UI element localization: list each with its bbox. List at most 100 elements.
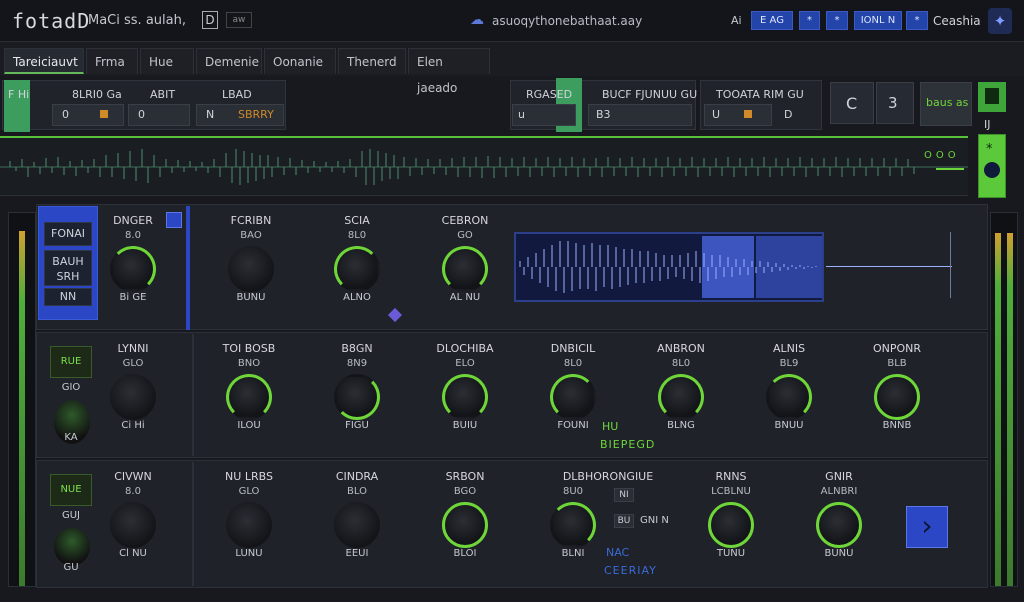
s3-knob-2[interactable] [226, 502, 272, 548]
s3-knob-2-foot: LUNU [235, 548, 263, 559]
s3-knob-2-value: GLO [238, 486, 260, 497]
side-green-knob[interactable] [984, 162, 1000, 178]
s3-knob-3-value: BLO [347, 486, 367, 497]
s3-knob-3[interactable] [334, 502, 380, 548]
s2-knob-3[interactable] [334, 374, 380, 420]
s3-knob-5-title: DLBHORONGIUE [562, 470, 654, 483]
s2-knob-1-foot: Ci Hi [121, 420, 145, 431]
knob-dnger-foot: Bi GE [119, 292, 147, 303]
sample-waveform[interactable] [514, 232, 824, 302]
user-label[interactable]: Ceashia [933, 14, 981, 28]
overview-dots[interactable]: OOO [924, 150, 960, 161]
s3-mini-btn-1[interactable]: NI [614, 488, 634, 502]
s2-knob-1-value: GLO [122, 358, 144, 369]
puzzle-icon[interactable]: ✦ [988, 8, 1012, 34]
s3-knob-7-foot: BUNU [824, 548, 854, 559]
tab-6[interactable]: Thenerd [338, 48, 406, 74]
channel-3-title: LBAD [222, 88, 252, 101]
s2-knob-7-foot: BNUU [774, 420, 804, 431]
s3-knob-5-foot: BLNI [561, 548, 585, 559]
s2-knob-4-title: DLOCHIBA [436, 342, 494, 355]
toolbar-star-button-2[interactable]: * [826, 11, 848, 30]
section-2-divider [192, 334, 194, 456]
section-2-led[interactable]: RUE [50, 346, 92, 378]
ai-label: Ai [731, 14, 742, 27]
s3-knob-5-value: 8U0 [562, 486, 584, 497]
toolbar-button-ionl[interactable]: IONL N [854, 11, 902, 30]
s2-knob-8[interactable] [874, 374, 920, 420]
s2-knob-6-title: ANBRON [657, 342, 705, 355]
right-2-title: TOOATA RIM GU [716, 88, 804, 101]
s2-knob-5[interactable] [550, 374, 596, 420]
right-2-value-2: D [784, 108, 793, 121]
s3-knob-6[interactable] [708, 502, 754, 548]
s3-knob-3-title: CINDRA [335, 470, 379, 483]
s3-knob-4-title: SRBON [445, 470, 485, 483]
s3-mini-text: GNI N [640, 515, 669, 526]
s3-knob-7[interactable] [816, 502, 862, 548]
s2-knob-2[interactable] [226, 374, 272, 420]
tab-5[interactable]: Oonanie [264, 48, 336, 74]
s2-knob-6[interactable] [658, 374, 704, 420]
tab-4[interactable]: Demenie [196, 48, 262, 74]
s3-knob-3-foot: EEUI [345, 548, 369, 559]
s3-knob-4[interactable] [442, 502, 488, 548]
overview-waveform[interactable] [0, 136, 968, 196]
s3-blue-label: CEERIAY [604, 564, 657, 577]
mode-chip[interactable]: D [202, 11, 218, 29]
tab-7[interactable]: Elen jaeado [408, 48, 490, 95]
s2-knob-3-foot: FIGU [345, 420, 369, 431]
s2-knob-3-title: B8GN [341, 342, 373, 355]
s2-knob-4[interactable] [442, 374, 488, 420]
knob-cebron[interactable] [442, 246, 488, 292]
tab-2[interactable]: Frma [86, 48, 138, 74]
main-menu[interactable]: MaCi ss. aulah, [88, 13, 186, 28]
preset-screen-mid: BAUH SRH [44, 250, 92, 286]
knob-dnger[interactable] [110, 246, 156, 292]
s3-knob-6-value: LCBLNU [711, 486, 751, 497]
knob-scia[interactable] [334, 246, 380, 292]
tab-3[interactable]: Hue [140, 48, 194, 74]
s2-knob-4-foot: BUIU [452, 420, 478, 431]
tab-1[interactable]: Tareiciauvt [4, 48, 84, 74]
s3-knob-4-value: BGO [453, 486, 477, 497]
channel-1-dot [100, 110, 108, 118]
right-2-dot [744, 110, 752, 118]
button-3-label: 3 [888, 94, 898, 112]
s3-knob-5[interactable] [550, 502, 596, 548]
s2-knob-7[interactable] [766, 374, 812, 420]
mode-button-label: baus as [926, 96, 969, 109]
s2-knob-1-title: LYNNI [117, 342, 149, 355]
s3-blue-small: NAC [606, 546, 630, 559]
waveform-end-marker[interactable] [950, 232, 951, 298]
knob-cebron-title: CEBRON [441, 214, 489, 227]
s2-knob-1[interactable] [110, 374, 156, 420]
preset-screen-bot: NN [44, 288, 92, 306]
format-chip[interactable]: aw [226, 12, 252, 28]
section-2 [36, 332, 988, 458]
s2-knob-8-value: BLB [887, 358, 907, 369]
s2-knob-2-title: TOI BOSB [222, 342, 276, 355]
s3-knob-1-title: CIVWN [114, 470, 152, 483]
chevron-right-icon[interactable]: › [906, 506, 948, 548]
section-3-led[interactable]: NUE [50, 474, 92, 506]
knob-fcribn[interactable] [228, 246, 274, 292]
s3-knob-1-value: 8.0 [125, 486, 141, 497]
channel-2-value: 0 [138, 108, 145, 121]
toolbar-star-button-3[interactable]: * [906, 11, 928, 30]
knob-fcribn-title: FCRIBN [230, 214, 272, 227]
project-url: asuoqythonebathaat.aay [492, 14, 643, 28]
cloud-sync-icon[interactable]: ☁ [470, 12, 484, 28]
section-1-divider [186, 206, 190, 330]
section-2-side-label: GIO [61, 382, 81, 393]
s2-knob-5-title: DNBICIL [550, 342, 596, 355]
section-3-mini-knob[interactable] [54, 528, 90, 566]
s3-mini-btn-2[interactable]: BU [614, 514, 634, 528]
knob-scia-value: 8L0 [347, 230, 367, 241]
toolbar-star-button-1[interactable]: * [799, 11, 820, 30]
s3-knob-1-foot: Cl NU [119, 548, 147, 559]
s3-knob-6-title: RNNS [715, 470, 747, 483]
s3-knob-1[interactable] [110, 502, 156, 548]
section-3-side-foot: GU [63, 562, 79, 573]
toolbar-button-1[interactable]: E AG [751, 11, 793, 30]
